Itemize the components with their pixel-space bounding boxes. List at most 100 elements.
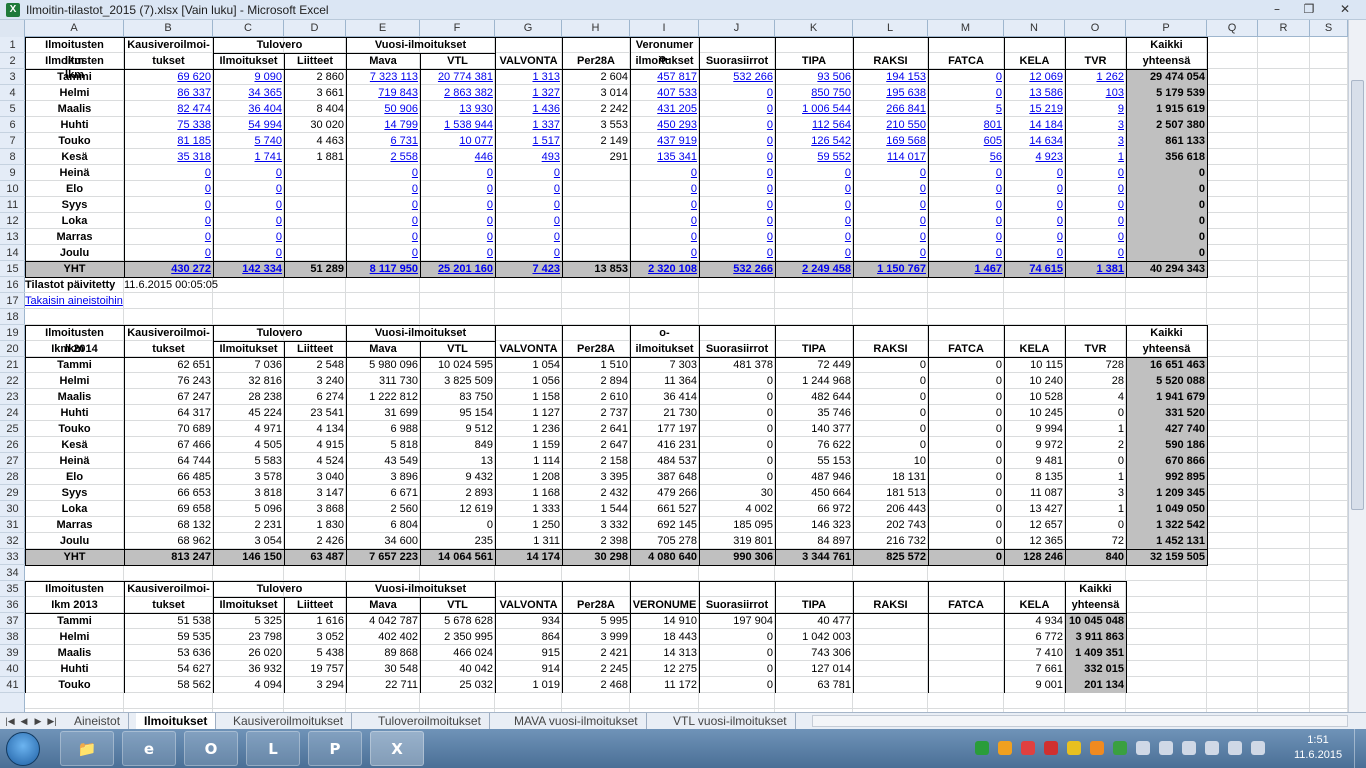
cell[interactable]: 0 (124, 229, 213, 245)
red-icon[interactable] (1021, 741, 1035, 755)
flag-icon[interactable] (1182, 741, 1196, 755)
cell[interactable]: 2 249 458 (775, 261, 853, 277)
cell[interactable]: 0 (630, 181, 699, 197)
column-header[interactable]: I (630, 20, 699, 37)
outlook-icon[interactable]: O (184, 731, 238, 766)
row-header[interactable]: 3 (0, 69, 25, 85)
cell[interactable]: 103 (1065, 85, 1126, 101)
row-header[interactable]: 25 (0, 421, 25, 437)
cell[interactable]: 532 266 (699, 69, 775, 85)
cell[interactable]: 36 404 (213, 101, 284, 117)
cell[interactable]: 431 205 (630, 101, 699, 117)
network-red-icon[interactable] (1044, 741, 1058, 755)
row-header[interactable]: 33 (0, 549, 25, 565)
cell[interactable]: 0 (699, 101, 775, 117)
cell[interactable]: 0 (213, 245, 284, 261)
cell[interactable]: 0 (1065, 165, 1126, 181)
row-header[interactable]: 4 (0, 85, 25, 101)
cell[interactable]: 0 (420, 213, 495, 229)
cell[interactable]: 4 923 (1004, 149, 1065, 165)
cell[interactable]: 14 799 (346, 117, 420, 133)
cell[interactable]: 0 (630, 165, 699, 181)
cell[interactable]: 1 538 944 (420, 117, 495, 133)
cell[interactable]: 0 (124, 165, 213, 181)
cell[interactable]: 0 (420, 245, 495, 261)
row-header[interactable]: 15 (0, 261, 25, 277)
shield-icon[interactable] (1113, 741, 1127, 755)
cell[interactable]: 13 586 (1004, 85, 1065, 101)
cell[interactable]: 50 906 (346, 101, 420, 117)
clock[interactable]: 1:51 11.6.2015 (1288, 733, 1348, 763)
row-header[interactable]: 38 (0, 629, 25, 645)
cell[interactable]: 1 (1065, 149, 1126, 165)
row-header[interactable]: 40 (0, 661, 25, 677)
monitor-icon[interactable] (1205, 741, 1219, 755)
cell[interactable]: 1 327 (495, 85, 562, 101)
cell[interactable]: 0 (853, 165, 928, 181)
cell[interactable]: 0 (699, 213, 775, 229)
cell[interactable]: 93 506 (775, 69, 853, 85)
cell[interactable]: 850 750 (775, 85, 853, 101)
row-header[interactable]: 11 (0, 197, 25, 213)
cell[interactable]: 1 337 (495, 117, 562, 133)
row-header[interactable]: 16 (0, 277, 25, 293)
cell[interactable]: 0 (775, 181, 853, 197)
cell[interactable]: 0 (420, 165, 495, 181)
cell[interactable]: 532 266 (699, 261, 775, 277)
cell[interactable]: 0 (775, 245, 853, 261)
cell[interactable]: 0 (495, 181, 562, 197)
cell[interactable]: 210 550 (853, 117, 928, 133)
row-header[interactable]: 9 (0, 165, 25, 181)
row-header[interactable]: 30 (0, 501, 25, 517)
tab-tuloveroilmoitukset[interactable]: Tuloveroilmoitukset (370, 713, 490, 729)
row-header[interactable]: 39 (0, 645, 25, 661)
cell[interactable]: 0 (346, 245, 420, 261)
cell[interactable]: 59 552 (775, 149, 853, 165)
close-button[interactable]: ✕ (1334, 2, 1356, 16)
row-header[interactable]: 2 (0, 53, 25, 69)
cell[interactable]: 0 (1004, 229, 1065, 245)
excel-taskbar-icon[interactable]: X (370, 731, 424, 766)
cell[interactable]: 81 185 (124, 133, 213, 149)
cell[interactable]: 25 201 160 (420, 261, 495, 277)
first-sheet-icon[interactable]: |◀ (4, 713, 16, 729)
speaker-icon[interactable] (1136, 741, 1150, 755)
cell[interactable]: 407 533 (630, 85, 699, 101)
column-header[interactable]: H (562, 20, 630, 37)
cell[interactable]: 5 (928, 101, 1004, 117)
column-header[interactable]: D (284, 20, 346, 37)
cell[interactable]: 2 863 382 (420, 85, 495, 101)
row-header[interactable]: 35 (0, 581, 25, 597)
column-header[interactable]: C (213, 20, 284, 37)
cell[interactable]: 0 (928, 69, 1004, 85)
row-header[interactable]: 41 (0, 677, 25, 693)
cell[interactable]: 0 (1065, 213, 1126, 229)
cell[interactable]: 0 (495, 245, 562, 261)
cell[interactable]: 0 (1004, 245, 1065, 261)
cell[interactable]: 194 153 (853, 69, 928, 85)
cell[interactable]: 86 337 (124, 85, 213, 101)
column-header[interactable]: B (124, 20, 213, 37)
cell[interactable]: 0 (699, 85, 775, 101)
cell[interactable]: 0 (1004, 213, 1065, 229)
cell[interactable]: 15 219 (1004, 101, 1065, 117)
cell[interactable]: 169 568 (853, 133, 928, 149)
cell[interactable]: 2 320 108 (630, 261, 699, 277)
cell[interactable]: 0 (346, 197, 420, 213)
cell[interactable]: 719 843 (346, 85, 420, 101)
cell[interactable]: 0 (928, 181, 1004, 197)
column-header[interactable]: P (1126, 20, 1207, 37)
cell[interactable]: 13 930 (420, 101, 495, 117)
cell[interactable]: 0 (1065, 181, 1126, 197)
cell[interactable]: 450 293 (630, 117, 699, 133)
minimize-button[interactable]: – (1266, 2, 1288, 16)
row-header[interactable]: 32 (0, 533, 25, 549)
column-header[interactable]: O (1065, 20, 1126, 37)
cell[interactable]: 142 334 (213, 261, 284, 277)
row-header[interactable]: 26 (0, 437, 25, 453)
cell[interactable]: 0 (1004, 197, 1065, 213)
cell[interactable]: 56 (928, 149, 1004, 165)
cell[interactable]: 195 638 (853, 85, 928, 101)
vertical-scrollbar[interactable] (1348, 20, 1366, 712)
start-button[interactable] (6, 732, 40, 766)
